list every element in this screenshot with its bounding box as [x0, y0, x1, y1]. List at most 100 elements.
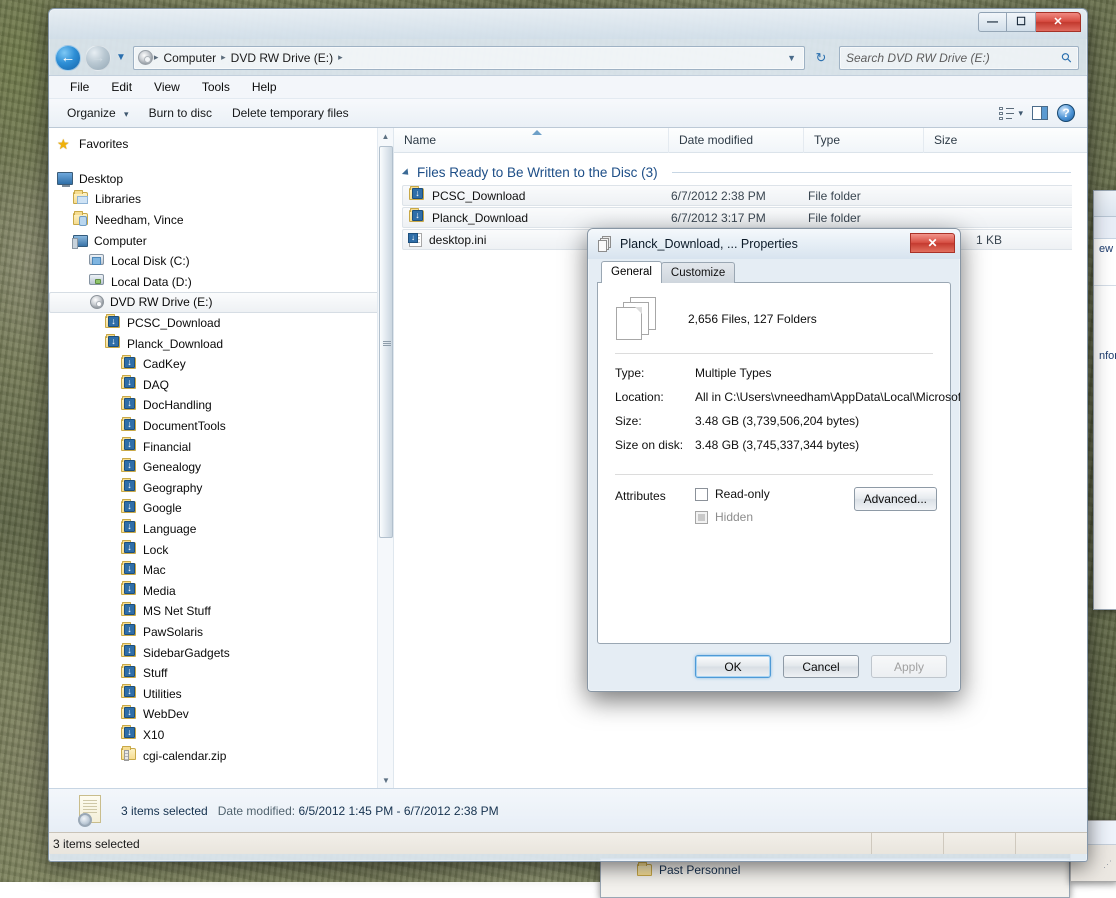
collapse-triangle-icon[interactable]: [402, 168, 411, 177]
sidebar-item-google[interactable]: Google: [49, 498, 393, 519]
tab-customize[interactable]: Customize: [661, 262, 735, 283]
sidebar-item-genealogy[interactable]: Genealogy: [49, 457, 393, 478]
chevron-down-icon[interactable]: ▼: [781, 53, 802, 63]
sidebar-item-dvd-rw-drive-e[interactable]: DVD RW Drive (E:): [49, 292, 389, 313]
menu-bar[interactable]: File Edit View Tools Help: [49, 75, 1087, 98]
preview-pane-button[interactable]: [1032, 106, 1048, 120]
sidebar-item-cgi-calendar-zip[interactable]: cgi-calendar.zip: [49, 745, 393, 766]
cancel-button[interactable]: Cancel: [783, 655, 859, 678]
readonly-checkbox[interactable]: Read-only: [695, 487, 770, 501]
sidebar-item-favorites[interactable]: ★ Favorites: [49, 134, 393, 155]
menu-file[interactable]: File: [59, 78, 100, 96]
navigation-pane-scrollbar[interactable]: ▲ ▼: [377, 128, 393, 788]
sidebar-item-user[interactable]: Needham, Vince: [49, 210, 393, 231]
menu-tools[interactable]: Tools: [191, 78, 241, 96]
minimize-button[interactable]: —: [978, 12, 1007, 32]
background-window-bottom[interactable]: Past Personnel: [600, 858, 1070, 898]
breadcrumb-computer[interactable]: Computer: [159, 51, 220, 65]
sidebar-item-media[interactable]: Media: [49, 580, 393, 601]
sidebar-item-lock[interactable]: Lock: [49, 539, 393, 560]
command-bar[interactable]: Organize ▾ Burn to disc Delete temporary…: [49, 98, 1087, 128]
window-titlebar[interactable]: — ☐ ✕: [49, 9, 1087, 39]
document-stack-icon: [616, 297, 658, 341]
sidebar-item-local-data-d[interactable]: Local Data (D:): [49, 272, 393, 293]
forward-button[interactable]: →: [85, 45, 111, 71]
close-button[interactable]: ✕: [1036, 12, 1081, 32]
sidebar-item-mac[interactable]: Mac: [49, 560, 393, 581]
download-folder-icon: [105, 336, 121, 351]
maximize-button[interactable]: ☐: [1007, 12, 1036, 32]
address-bar[interactable]: ▸ Computer ▸ DVD RW Drive (E:) ▸ ▼: [133, 46, 805, 70]
dialog-buttons[interactable]: OK Cancel Apply: [597, 655, 951, 678]
table-row[interactable]: PCSC_Download 6/7/2012 2:38 PM File fold…: [402, 185, 1079, 206]
refresh-button[interactable]: ↻: [809, 46, 833, 70]
sidebar-item-cadkey[interactable]: CadKey: [49, 354, 393, 375]
change-view-button[interactable]: ▾: [999, 107, 1023, 120]
sidebar-item-label: PawSolaris: [143, 625, 203, 639]
sidebar-item-pcsc-download[interactable]: PCSC_Download: [49, 313, 393, 334]
help-button[interactable]: ?: [1057, 104, 1075, 122]
explorer-window[interactable]: — ☐ ✕ ← → ▼ ▸ Computer ▸ DVD RW Drive (E…: [48, 8, 1088, 862]
recent-pages-dropdown[interactable]: ▼: [115, 52, 129, 63]
sidebar-item-sidebargadgets[interactable]: SidebarGadgets: [49, 642, 393, 663]
sidebar-item-planck-download[interactable]: Planck_Download: [49, 333, 393, 354]
folder-tree[interactable]: ★ Favorites Desktop Libraries Needham, V…: [49, 128, 393, 766]
dialog-close-button[interactable]: ✕: [910, 233, 955, 253]
sidebar-item-webdev[interactable]: WebDev: [49, 704, 393, 725]
file-name-cell[interactable]: Planck_Download: [403, 210, 671, 225]
organize-button[interactable]: Organize ▾: [57, 102, 139, 124]
advanced-button[interactable]: Advanced...: [854, 487, 937, 511]
computer-icon: [73, 235, 88, 247]
sidebar-item-computer[interactable]: Computer: [49, 230, 393, 251]
hidden-checkbox[interactable]: Hidden: [695, 510, 770, 524]
scrollbar-thumb[interactable]: [379, 146, 393, 538]
sidebar-item-pawsolaris[interactable]: PawSolaris: [49, 622, 393, 643]
sidebar-item-financial[interactable]: Financial: [49, 436, 393, 457]
scroll-up-arrow-icon[interactable]: ▲: [378, 128, 393, 144]
file-name-cell[interactable]: PCSC_Download: [403, 188, 671, 203]
column-header-type[interactable]: Type: [804, 128, 924, 153]
dialog-tabs[interactable]: General Customize: [597, 261, 951, 283]
download-folder-icon: [409, 188, 425, 203]
burn-to-disc-button[interactable]: Burn to disc: [139, 102, 222, 124]
breadcrumb-dvd-drive[interactable]: DVD RW Drive (E:): [227, 51, 337, 65]
breadcrumb-separator-icon[interactable]: ▸: [337, 52, 344, 63]
navigation-pane[interactable]: ★ Favorites Desktop Libraries Needham, V…: [49, 128, 394, 788]
download-folder-icon: [121, 460, 137, 475]
download-folder-icon: [121, 583, 137, 598]
file-group-header[interactable]: Files Ready to Be Written to the Disc (3…: [394, 153, 1087, 185]
sidebar-item-stuff[interactable]: Stuff: [49, 663, 393, 684]
menu-help[interactable]: Help: [241, 78, 288, 96]
sidebar-item-documenttools[interactable]: DocumentTools: [49, 416, 393, 437]
file-list-scrollbar[interactable]: [1072, 153, 1087, 788]
sidebar-item-desktop[interactable]: Desktop: [49, 169, 393, 190]
window-controls[interactable]: — ☐ ✕: [978, 12, 1081, 32]
apply-button[interactable]: Apply: [871, 655, 947, 678]
search-input[interactable]: Search DVD RW Drive (E:) ⚲: [839, 46, 1079, 70]
delete-temporary-files-button[interactable]: Delete temporary files: [222, 102, 359, 124]
background-window-right[interactable]: ew fo nform: [1093, 190, 1116, 610]
menu-view[interactable]: View: [143, 78, 191, 96]
sidebar-item-x10[interactable]: X10: [49, 725, 393, 746]
properties-dialog[interactable]: Planck_Download, ... Properties ✕ Genera…: [587, 228, 961, 692]
table-row[interactable]: Planck_Download 6/7/2012 3:17 PM File fo…: [402, 207, 1079, 228]
sidebar-item-daq[interactable]: DAQ: [49, 375, 393, 396]
ok-button[interactable]: OK: [695, 655, 771, 678]
tab-general[interactable]: General: [601, 261, 662, 283]
scroll-down-arrow-icon[interactable]: ▼: [378, 772, 394, 788]
column-headers[interactable]: Name Date modified Type Size: [394, 128, 1087, 153]
sidebar-item-utilities[interactable]: Utilities: [49, 683, 393, 704]
column-header-size[interactable]: Size: [924, 128, 1004, 153]
menu-edit[interactable]: Edit: [100, 78, 143, 96]
sidebar-item-geography[interactable]: Geography: [49, 478, 393, 499]
dialog-titlebar[interactable]: Planck_Download, ... Properties ✕: [588, 229, 960, 259]
column-header-date-modified[interactable]: Date modified: [669, 128, 804, 153]
sidebar-item-ms-net-stuff[interactable]: MS Net Stuff: [49, 601, 393, 622]
sidebar-item-local-disk-c[interactable]: Local Disk (C:): [49, 251, 393, 272]
background-window-text-1: ew fo: [1094, 239, 1116, 259]
sidebar-item-language[interactable]: Language: [49, 519, 393, 540]
attribute-checkboxes[interactable]: Read-only Hidden: [695, 487, 770, 524]
back-button[interactable]: ←: [55, 45, 81, 71]
sidebar-item-dochandling[interactable]: DocHandling: [49, 395, 393, 416]
sidebar-item-libraries[interactable]: Libraries: [49, 189, 393, 210]
